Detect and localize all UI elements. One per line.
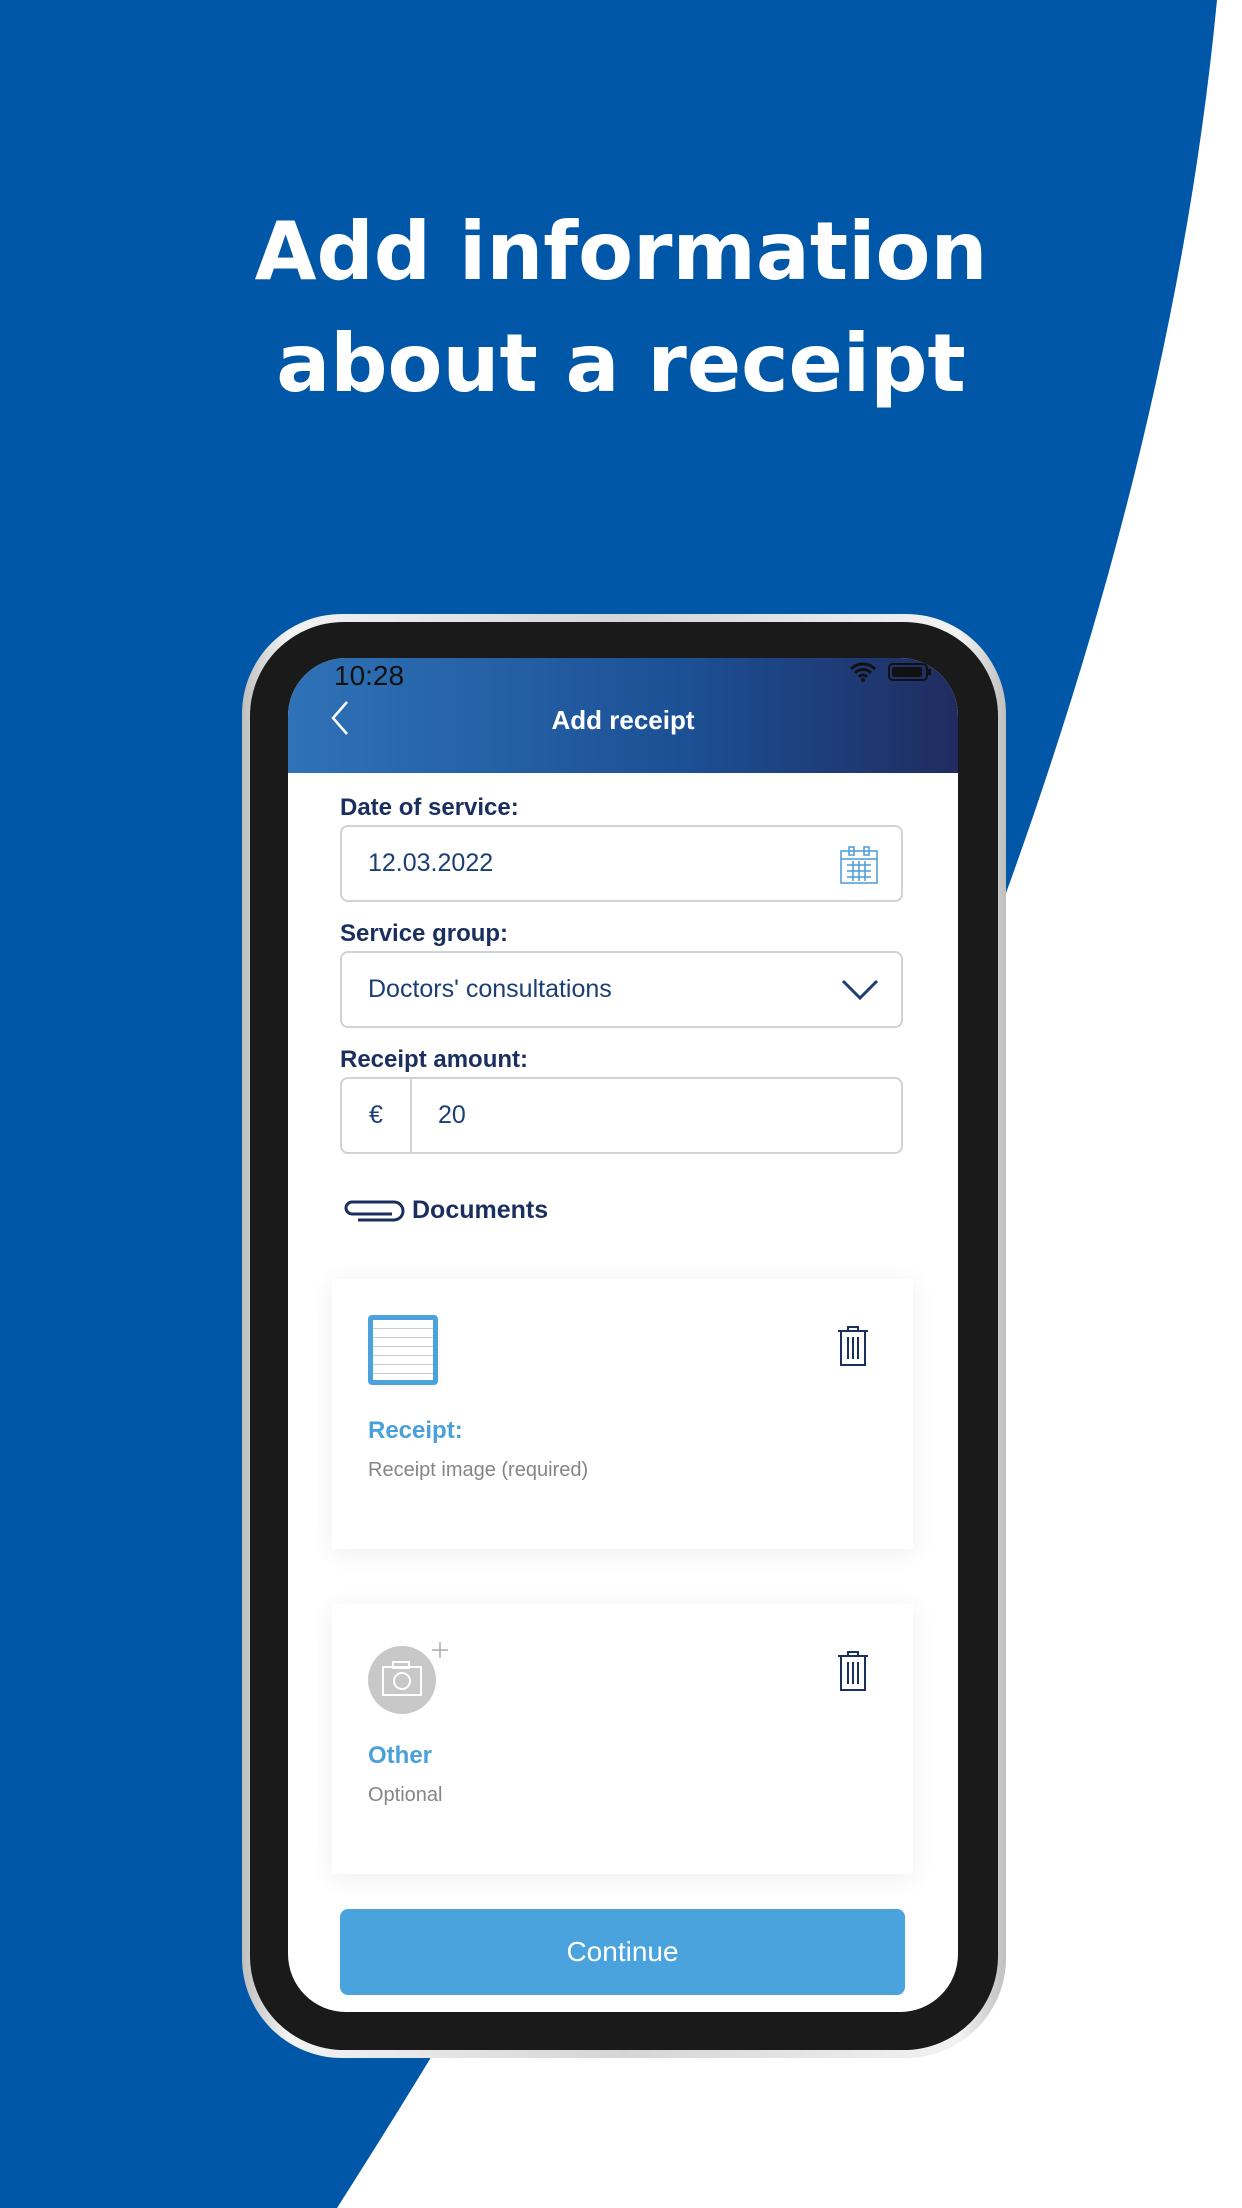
headline: Add information about a receipt <box>0 196 1242 420</box>
paperclip-icon <box>344 1200 405 1221</box>
document-subtitle: Receipt image (required) <box>368 1459 589 1481</box>
trash-icon[interactable] <box>837 1325 869 1367</box>
document-card-other[interactable]: Other Optional <box>332 1604 913 1874</box>
receipt-thumbnail[interactable] <box>368 1315 438 1385</box>
documents-title: Documents <box>412 1196 549 1224</box>
service-group-select[interactable]: Doctors' consultations <box>340 951 903 1028</box>
nav-header: 10:28 Add receipt <box>288 658 958 773</box>
service-group-value: Doctors' consultations <box>368 975 612 1003</box>
add-photo-icon[interactable] <box>368 1640 458 1714</box>
page-title: Add receipt <box>551 705 695 735</box>
calendar-icon[interactable] <box>839 845 879 885</box>
amount-field[interactable]: € 20 <box>340 1077 903 1154</box>
continue-button[interactable]: Continue <box>340 1909 905 1995</box>
headline-line-1: Add information <box>254 205 988 298</box>
amount-label: Receipt amount: <box>340 1046 529 1073</box>
document-card-receipt[interactable]: Receipt: Receipt image (required) <box>332 1279 913 1549</box>
currency-symbol: € <box>342 1079 412 1152</box>
documents-heading: Documents <box>340 1196 548 1225</box>
document-title: Other <box>368 1742 433 1769</box>
date-field[interactable]: 12.03.2022 <box>340 825 903 902</box>
date-value: 12.03.2022 <box>368 849 494 877</box>
status-time: 10:28 <box>334 660 405 691</box>
battery-icon <box>888 663 931 681</box>
document-subtitle: Optional <box>368 1784 443 1806</box>
amount-value: 20 <box>438 1101 466 1129</box>
chevron-down-icon <box>841 979 879 1001</box>
service-group-label: Service group: <box>340 920 509 947</box>
trash-icon[interactable] <box>837 1650 869 1692</box>
phone-screen: 10:28 Add receipt Date of service: 12.03… <box>288 658 958 2012</box>
date-label: Date of service: <box>340 794 519 821</box>
wifi-icon <box>850 662 876 682</box>
headline-line-2: about a receipt <box>276 317 966 410</box>
document-title: Receipt: <box>368 1417 463 1444</box>
